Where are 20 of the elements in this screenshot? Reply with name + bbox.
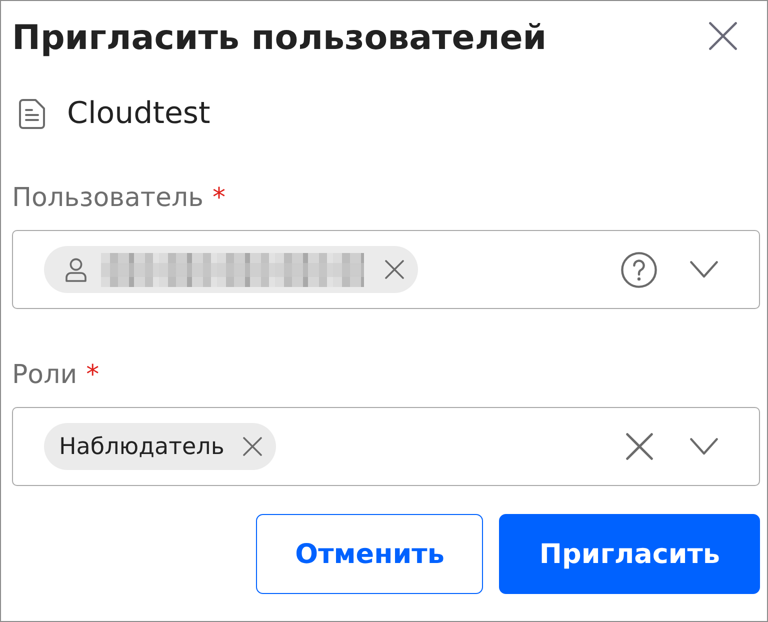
role-select-field[interactable]: Наблюдатель — [12, 407, 760, 486]
field-label: Пользователь — [12, 182, 204, 214]
required-asterisk: * — [212, 182, 226, 214]
document-icon — [19, 99, 45, 129]
clear-icon[interactable] — [626, 433, 652, 460]
chevron-down-icon[interactable] — [690, 261, 718, 278]
remove-icon[interactable] — [243, 437, 262, 456]
cancel-button[interactable]: Отменить — [256, 514, 484, 594]
person-icon — [65, 258, 87, 282]
remove-icon[interactable] — [385, 260, 404, 279]
chevron-down-icon[interactable] — [690, 438, 718, 455]
field-label: Роли — [12, 359, 78, 391]
role-name: Наблюдатель — [59, 432, 224, 460]
help-icon[interactable] — [621, 252, 657, 288]
dialog-title: Пригласить пользователей — [12, 18, 547, 58]
required-asterisk: * — [86, 359, 100, 391]
invite-button[interactable]: Пригласить — [499, 514, 760, 594]
user-select-field[interactable] — [12, 230, 760, 309]
close-icon[interactable] — [709, 22, 737, 50]
resource-name: Cloudtest — [67, 96, 210, 132]
